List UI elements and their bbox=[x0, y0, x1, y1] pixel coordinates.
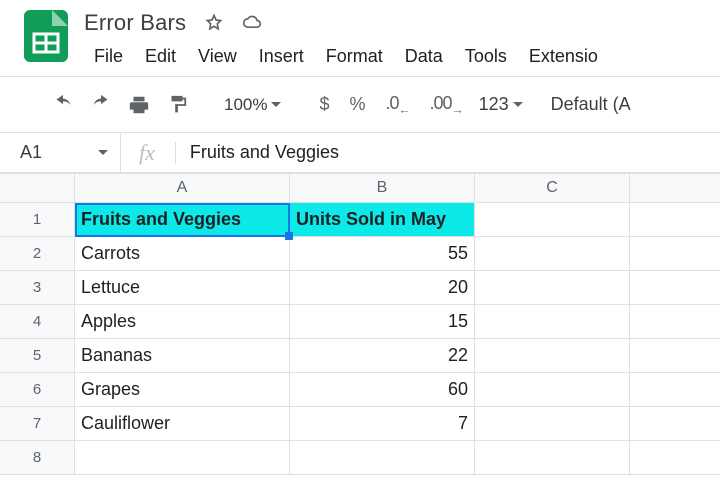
cell-C8[interactable] bbox=[475, 441, 630, 475]
cell-B7[interactable]: 7 bbox=[290, 407, 475, 441]
select-all-corner[interactable] bbox=[0, 174, 75, 202]
cell-B5[interactable]: 22 bbox=[290, 339, 475, 373]
cell-D4[interactable] bbox=[630, 305, 720, 339]
row-header-7[interactable]: 7 bbox=[0, 407, 75, 441]
cell-A1[interactable]: Fruits and Veggies bbox=[75, 203, 290, 237]
col-header-B[interactable]: B bbox=[290, 174, 475, 202]
title-bar: Error Bars File Edit View Insert Format … bbox=[0, 0, 720, 72]
increase-decimal-button[interactable]: .00→ bbox=[424, 93, 469, 117]
cell-A8[interactable] bbox=[75, 441, 290, 475]
menu-format[interactable]: Format bbox=[316, 42, 393, 71]
col-header-A[interactable]: A bbox=[75, 174, 290, 202]
cell-B8[interactable] bbox=[290, 441, 475, 475]
zoom-dropdown[interactable]: 100% bbox=[218, 95, 287, 115]
row-header-6[interactable]: 6 bbox=[0, 373, 75, 407]
fx-icon: fx bbox=[120, 133, 175, 172]
formula-value[interactable]: Fruits and Veggies bbox=[190, 142, 720, 163]
cell-D1[interactable] bbox=[630, 203, 720, 237]
menu-extensions[interactable]: Extensio bbox=[519, 42, 608, 71]
cell-B6[interactable]: 60 bbox=[290, 373, 475, 407]
menu-view[interactable]: View bbox=[188, 42, 247, 71]
menu-tools[interactable]: Tools bbox=[455, 42, 517, 71]
cell-D6[interactable] bbox=[630, 373, 720, 407]
menu-insert[interactable]: Insert bbox=[249, 42, 314, 71]
cell-A3[interactable]: Lettuce bbox=[75, 271, 290, 305]
cell-B2[interactable]: 55 bbox=[290, 237, 475, 271]
format-percent-button[interactable]: % bbox=[344, 94, 372, 115]
cell-A6[interactable]: Grapes bbox=[75, 373, 290, 407]
cell-A4[interactable]: Apples bbox=[75, 305, 290, 339]
name-box[interactable]: A1 bbox=[0, 142, 120, 163]
cell-A5[interactable]: Bananas bbox=[75, 339, 290, 373]
cell-C1[interactable] bbox=[475, 203, 630, 237]
cell-C6[interactable] bbox=[475, 373, 630, 407]
cell-A2[interactable]: Carrots bbox=[75, 237, 290, 271]
cell-C3[interactable] bbox=[475, 271, 630, 305]
zoom-value: 100% bbox=[224, 95, 267, 115]
cell-B4[interactable]: 15 bbox=[290, 305, 475, 339]
redo-button[interactable] bbox=[86, 90, 116, 120]
cell-D3[interactable] bbox=[630, 271, 720, 305]
col-header-C[interactable]: C bbox=[475, 174, 630, 202]
cell-C7[interactable] bbox=[475, 407, 630, 441]
row-header-8[interactable]: 8 bbox=[0, 441, 75, 475]
row-header-4[interactable]: 4 bbox=[0, 305, 75, 339]
row-header-1[interactable]: 1 bbox=[0, 203, 75, 237]
cell-C2[interactable] bbox=[475, 237, 630, 271]
more-formats-dropdown[interactable]: 123 bbox=[477, 94, 525, 115]
menu-bar: File Edit View Insert Format Data Tools … bbox=[84, 42, 608, 71]
row-header-3[interactable]: 3 bbox=[0, 271, 75, 305]
menu-edit[interactable]: Edit bbox=[135, 42, 186, 71]
star-icon[interactable] bbox=[204, 13, 224, 33]
chevron-down-icon bbox=[98, 150, 108, 155]
print-button[interactable] bbox=[124, 90, 154, 120]
menu-data[interactable]: Data bbox=[395, 42, 453, 71]
cell-D7[interactable] bbox=[630, 407, 720, 441]
chevron-down-icon bbox=[271, 102, 281, 107]
cell-C5[interactable] bbox=[475, 339, 630, 373]
col-header-D[interactable] bbox=[630, 174, 720, 202]
cell-B1[interactable]: Units Sold in May bbox=[290, 203, 475, 237]
cell-A7[interactable]: Cauliflower bbox=[75, 407, 290, 441]
sheets-icon[interactable] bbox=[22, 8, 70, 64]
font-dropdown[interactable]: Default (A bbox=[551, 94, 631, 115]
formula-bar: A1 fx Fruits and Veggies bbox=[0, 133, 720, 173]
cell-B3[interactable]: 20 bbox=[290, 271, 475, 305]
paint-format-button[interactable] bbox=[162, 90, 192, 120]
undo-button[interactable] bbox=[48, 90, 78, 120]
cell-C4[interactable] bbox=[475, 305, 630, 339]
cloud-saved-icon[interactable] bbox=[242, 13, 262, 33]
decrease-decimal-button[interactable]: .0← bbox=[380, 93, 416, 117]
cell-D2[interactable] bbox=[630, 237, 720, 271]
menu-file[interactable]: File bbox=[84, 42, 133, 71]
cell-D5[interactable] bbox=[630, 339, 720, 373]
spreadsheet-grid: A B C 1 Fruits and Veggies Units Sold in… bbox=[0, 173, 720, 475]
format-currency-button[interactable]: $ bbox=[313, 94, 335, 115]
row-header-5[interactable]: 5 bbox=[0, 339, 75, 373]
row-header-2[interactable]: 2 bbox=[0, 237, 75, 271]
divider bbox=[175, 142, 176, 164]
name-box-value: A1 bbox=[20, 142, 42, 163]
toolbar: 100% $ % .0← .00→ 123 Default (A bbox=[0, 77, 720, 133]
document-title[interactable]: Error Bars bbox=[84, 10, 186, 36]
chevron-down-icon bbox=[513, 102, 523, 107]
cell-D8[interactable] bbox=[630, 441, 720, 475]
